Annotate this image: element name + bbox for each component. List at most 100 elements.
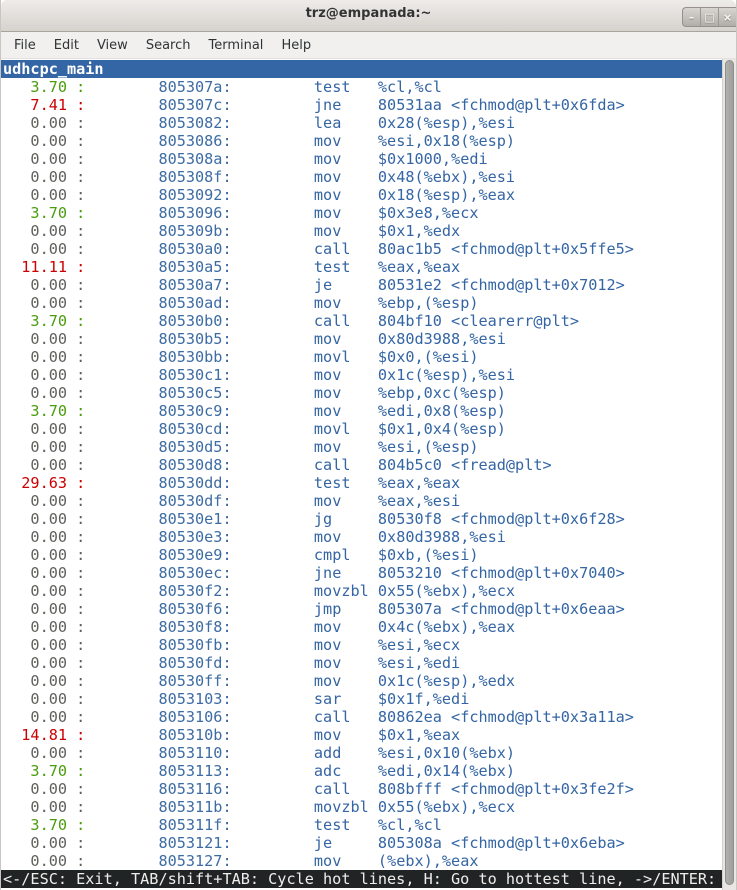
asm-row[interactable]: 0.00 : 8053092: mov 0x18(%esp),%eax: [1, 186, 724, 204]
instruction-address: 80530d5:: [85, 438, 231, 456]
asm-row[interactable]: 0.00 : 805309b: mov $0x1,%edx: [1, 222, 724, 240]
instruction-text: sar $0x1f,%edi: [232, 690, 470, 708]
sample-percentage: 3.70 :: [3, 816, 85, 834]
instruction-text: je 80531e2 <fchmod@plt+0x7012>: [232, 276, 625, 294]
asm-row[interactable]: 0.00 : 8053121: je 805308a <fchmod@plt+0…: [1, 834, 724, 852]
asm-row[interactable]: 0.00 : 80530ad: mov %ebp,(%esp): [1, 294, 724, 312]
instruction-text: cmpl $0xb,(%esi): [232, 546, 479, 564]
instruction-address: 80530ff:: [85, 672, 231, 690]
asm-row[interactable]: 0.00 : 8053086: mov %esi,0x18(%esp): [1, 132, 724, 150]
instruction-address: 80530f6:: [85, 600, 231, 618]
instruction-address: 805311f:: [85, 816, 231, 834]
asm-row[interactable]: 0.00 : 80530ff: mov 0x1c(%esp),%edx: [1, 672, 724, 690]
sample-percentage: 0.00 :: [3, 222, 85, 240]
instruction-text: mov %esi,(%esp): [232, 438, 479, 456]
sample-percentage: 0.00 :: [3, 600, 85, 618]
menu-item-search[interactable]: Search: [137, 33, 200, 58]
asm-row[interactable]: 0.00 : 80530d8: call 804b5c0 <fread@plt>: [1, 456, 724, 474]
menu-item-edit[interactable]: Edit: [45, 33, 88, 58]
asm-row[interactable]: 0.00 : 80530e9: cmpl $0xb,(%esi): [1, 546, 724, 564]
asm-row[interactable]: 0.00 : 8053103: sar $0x1f,%edi: [1, 690, 724, 708]
asm-row[interactable]: 0.00 : 805308a: mov $0x1000,%edi: [1, 150, 724, 168]
titlebar[interactable]: trz@empanada:~ – □ ×: [1, 0, 736, 32]
asm-row[interactable]: 0.00 : 805308f: mov 0x48(%ebx),%esi: [1, 168, 724, 186]
instruction-address: 805307c:: [85, 96, 231, 114]
minimize-button[interactable]: –: [683, 8, 701, 26]
sample-percentage: 3.70 :: [3, 402, 85, 420]
instruction-address: 80530ad:: [85, 294, 231, 312]
sample-percentage: 3.70 :: [3, 312, 85, 330]
instruction-address: 8053116:: [85, 780, 231, 798]
instruction-address: 80530e1:: [85, 510, 231, 528]
maximize-button[interactable]: □: [701, 8, 719, 26]
asm-row[interactable]: 0.00 : 80530ec: jne 8053210 <fchmod@plt+…: [1, 564, 724, 582]
instruction-text: movzbl 0x55(%ebx),%ecx: [232, 798, 515, 816]
sample-percentage: 11.11 :: [3, 258, 85, 276]
asm-row[interactable]: 3.70 : 80530b0: call 804bf10 <clearerr@p…: [1, 312, 724, 330]
instruction-address: 80530ec:: [85, 564, 231, 582]
asm-row[interactable]: 0.00 : 80530e3: mov 0x80d3988,%esi: [1, 528, 724, 546]
sample-percentage: 0.00 :: [3, 546, 85, 564]
instruction-text: mov 0x80d3988,%esi: [232, 330, 506, 348]
instruction-address: 8053092:: [85, 186, 231, 204]
asm-row[interactable]: 7.41 : 805307c: jne 80531aa <fchmod@plt+…: [1, 96, 724, 114]
asm-row[interactable]: 0.00 : 805311b: movzbl 0x55(%ebx),%ecx: [1, 798, 724, 816]
instruction-address: 80530d8:: [85, 456, 231, 474]
asm-row[interactable]: 3.70 : 8053096: mov $0x3e8,%ecx: [1, 204, 724, 222]
asm-row[interactable]: 3.70 : 80530c9: mov %edi,0x8(%esp): [1, 402, 724, 420]
sample-percentage: 0.00 :: [3, 438, 85, 456]
asm-row[interactable]: 0.00 : 8053127: mov (%ebx),%eax: [1, 852, 724, 870]
asm-row[interactable]: 29.63 : 80530dd: test %eax,%eax: [1, 474, 724, 492]
asm-row[interactable]: 0.00 : 80530df: mov %eax,%esi: [1, 492, 724, 510]
instruction-text: mov 0x80d3988,%esi: [232, 528, 506, 546]
scrollbar[interactable]: [722, 59, 736, 890]
scrollbar-thumb[interactable]: [725, 60, 734, 885]
window-controls: – □ ×: [682, 7, 736, 27]
asm-row[interactable]: 0.00 : 8053116: call 808bfff <fchmod@plt…: [1, 780, 724, 798]
asm-row[interactable]: 0.00 : 80530f8: mov 0x4c(%ebx),%eax: [1, 618, 724, 636]
instruction-text: jne 80531aa <fchmod@plt+0x6fda>: [232, 96, 625, 114]
asm-row[interactable]: 0.00 : 80530a7: je 80531e2 <fchmod@plt+0…: [1, 276, 724, 294]
menu-item-terminal[interactable]: Terminal: [199, 33, 272, 58]
asm-row[interactable]: 0.00 : 8053110: add %esi,0x10(%ebx): [1, 744, 724, 762]
asm-row[interactable]: 0.00 : 80530b5: mov 0x80d3988,%esi: [1, 330, 724, 348]
asm-row[interactable]: 0.00 : 80530e1: jg 80530f8 <fchmod@plt+0…: [1, 510, 724, 528]
menu-item-help[interactable]: Help: [272, 33, 320, 58]
sample-percentage: 0.00 :: [3, 114, 85, 132]
asm-row[interactable]: 0.00 : 80530fd: mov %esi,%edi: [1, 654, 724, 672]
menu-item-view[interactable]: View: [88, 33, 137, 58]
asm-row[interactable]: 0.00 : 80530c1: mov 0x1c(%esp),%esi: [1, 366, 724, 384]
asm-row[interactable]: 0.00 : 8053082: lea 0x28(%esp),%esi: [1, 114, 724, 132]
instruction-text: adc %edi,0x14(%ebx): [232, 762, 515, 780]
asm-row[interactable]: 3.70 : 805307a: test %cl,%cl: [1, 78, 724, 96]
sample-percentage: 0.00 :: [3, 582, 85, 600]
asm-row[interactable]: 0.00 : 80530cd: movl $0x1,0x4(%esp): [1, 420, 724, 438]
sample-percentage: 0.00 :: [3, 834, 85, 852]
instruction-text: mov $0x1000,%edi: [232, 150, 488, 168]
menu-item-file[interactable]: File: [5, 33, 45, 58]
instruction-address: 8053121:: [85, 834, 231, 852]
close-button[interactable]: ×: [719, 8, 736, 26]
asm-row[interactable]: 0.00 : 80530f6: jmp 805307a <fchmod@plt+…: [1, 600, 724, 618]
instruction-address: 80530c5:: [85, 384, 231, 402]
instruction-address: 80530a0:: [85, 240, 231, 258]
sample-percentage: 0.00 :: [3, 420, 85, 438]
asm-row[interactable]: 0.00 : 80530d5: mov %esi,(%esp): [1, 438, 724, 456]
asm-row[interactable]: 0.00 : 80530fb: mov %esi,%ecx: [1, 636, 724, 654]
asm-row[interactable]: 0.00 : 80530bb: movl $0x0,(%esi): [1, 348, 724, 366]
asm-row[interactable]: 0.00 : 80530f2: movzbl 0x55(%ebx),%ecx: [1, 582, 724, 600]
instruction-address: 8053103:: [85, 690, 231, 708]
sample-percentage: 0.00 :: [3, 690, 85, 708]
asm-row[interactable]: 0.00 : 80530a0: call 80ac1b5 <fchmod@plt…: [1, 240, 724, 258]
instruction-address: 80530c9:: [85, 402, 231, 420]
instruction-text: mov $0x3e8,%ecx: [232, 204, 479, 222]
menubar: FileEditViewSearchTerminalHelp: [1, 32, 736, 59]
sample-percentage: 0.00 :: [3, 294, 85, 312]
asm-row[interactable]: 3.70 : 805311f: test %cl,%cl: [1, 816, 724, 834]
asm-row[interactable]: 0.00 : 8053106: call 80862ea <fchmod@plt…: [1, 708, 724, 726]
asm-row[interactable]: 3.70 : 8053113: adc %edi,0x14(%ebx): [1, 762, 724, 780]
asm-row[interactable]: 11.11 : 80530a5: test %eax,%eax: [1, 258, 724, 276]
asm-row[interactable]: 14.81 : 805310b: mov $0x1,%eax: [1, 726, 724, 744]
asm-row[interactable]: 0.00 : 80530c5: mov %ebp,0xc(%esp): [1, 384, 724, 402]
sample-percentage: 0.00 :: [3, 276, 85, 294]
